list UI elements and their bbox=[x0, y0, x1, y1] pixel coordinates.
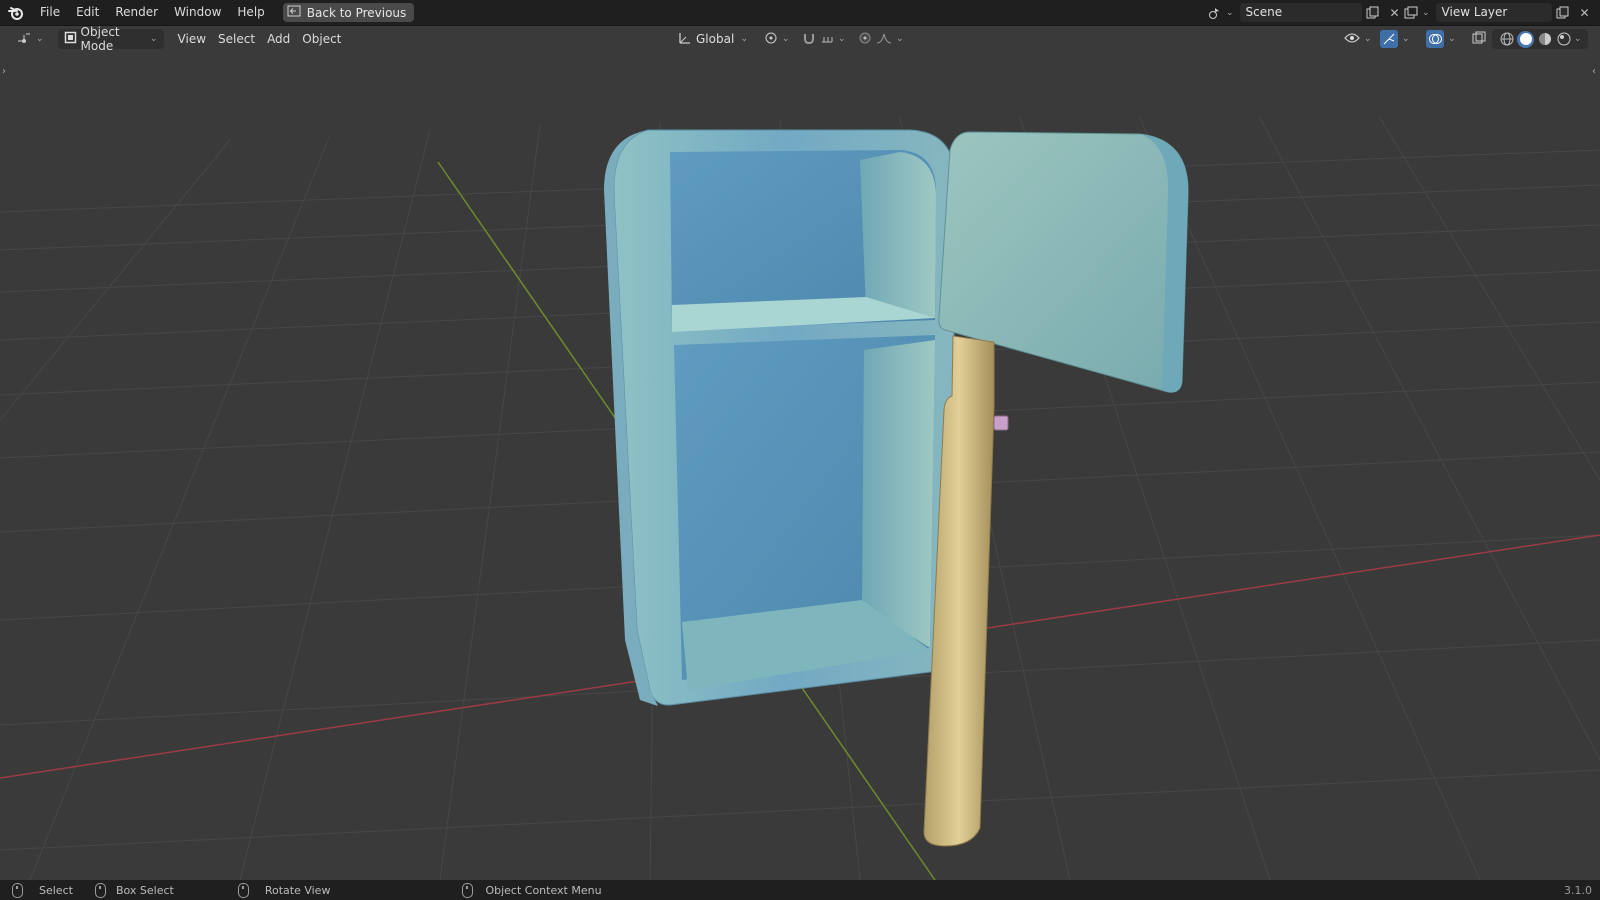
gizmo-icon bbox=[1380, 30, 1398, 48]
sidebar-toggle-arrow-icon[interactable]: ‹ bbox=[1592, 66, 1596, 77]
toolbar-toggle-arrow-icon[interactable]: › bbox=[2, 66, 6, 77]
editor-type-icon bbox=[16, 31, 32, 48]
snap-icon bbox=[802, 31, 816, 48]
add-menu[interactable]: Add bbox=[261, 29, 296, 49]
back-to-previous-label: Back to Previous bbox=[306, 5, 407, 20]
3d-viewport[interactable] bbox=[0, 52, 1600, 880]
top-bar: File Edit Render Window Help Back to Pre… bbox=[0, 0, 1600, 26]
view-layer-icon[interactable] bbox=[1400, 3, 1422, 22]
right-mouse-icon bbox=[462, 882, 474, 898]
viewport-header: ⌄ Object Mode ⌄ View Select Add Object G… bbox=[0, 25, 1600, 53]
drag-mouse-icon bbox=[94, 882, 106, 898]
object-mode-chevron-down-icon: ⌄ bbox=[150, 34, 158, 44]
menu-help[interactable]: Help bbox=[229, 0, 272, 25]
back-icon bbox=[287, 5, 301, 20]
back-to-previous-button[interactable]: Back to Previous bbox=[282, 3, 415, 22]
snap-target-icon bbox=[820, 31, 834, 48]
status-box-select-label: Box Select bbox=[115, 883, 174, 897]
menu-render[interactable]: Render bbox=[107, 0, 166, 25]
transform-chevron-down-icon: ⌄ bbox=[740, 34, 748, 44]
status-rotate-view-label: Rotate View bbox=[264, 883, 331, 897]
xray-icon bbox=[1472, 31, 1486, 48]
scene-selector: ⌄ Scene ✕ bbox=[1204, 3, 1406, 22]
blender-logo-icon[interactable] bbox=[0, 0, 32, 25]
status-rotate-view: Rotate View bbox=[237, 882, 331, 898]
overlay-icon bbox=[1426, 30, 1444, 48]
overlay-chevron-down-icon: ⌄ bbox=[1448, 34, 1456, 44]
fridge-body[interactable] bbox=[604, 129, 956, 706]
object-mode-dropdown[interactable]: Object Mode ⌄ bbox=[57, 25, 164, 53]
shading-rendered-icon[interactable] bbox=[1555, 31, 1572, 48]
shading-material-icon[interactable] bbox=[1536, 31, 1553, 48]
status-context-menu: Object Context Menu bbox=[462, 882, 602, 898]
editor-type-chevron-down-icon: ⌄ bbox=[36, 34, 44, 44]
delete-view-layer-icon[interactable]: ✕ bbox=[1574, 3, 1596, 22]
transform-orientation-label: Global bbox=[696, 32, 735, 46]
left-mouse-icon bbox=[12, 882, 23, 898]
door-handle[interactable] bbox=[993, 415, 1009, 431]
object-mode-icon bbox=[64, 31, 77, 47]
scene-chevron-down-icon[interactable]: ⌄ bbox=[1226, 8, 1234, 18]
shading-chevron-down-icon[interactable]: ⌄ bbox=[1574, 34, 1582, 44]
visibility-chevron-down-icon: ⌄ bbox=[1364, 34, 1372, 44]
menu-file[interactable]: File bbox=[32, 0, 68, 25]
pivot-icon bbox=[764, 31, 778, 48]
status-context-menu-label: Object Context Menu bbox=[485, 883, 602, 897]
overlay-toggle[interactable]: ⌄ bbox=[1420, 29, 1462, 49]
gizmo-chevron-down-icon: ⌄ bbox=[1402, 34, 1410, 44]
version-label: 3.1.0 bbox=[1564, 883, 1592, 897]
editor-type-button[interactable]: ⌄ bbox=[10, 29, 50, 49]
object-mode-label: Object Mode bbox=[80, 25, 120, 53]
status-bar: Select Box Select Rotate View Object Con… bbox=[0, 880, 1600, 900]
scene-icon[interactable] bbox=[1204, 3, 1226, 22]
new-scene-icon[interactable] bbox=[1362, 3, 1384, 22]
scene-name-field[interactable]: Scene bbox=[1239, 3, 1362, 22]
object-menu[interactable]: Object bbox=[296, 29, 347, 49]
status-select-label: Select bbox=[39, 883, 73, 897]
view-layer-name-field[interactable]: View Layer bbox=[1435, 3, 1552, 22]
visibility-icon bbox=[1344, 32, 1360, 47]
middle-mouse-icon bbox=[237, 882, 249, 898]
shading-modes: ⌄ bbox=[1492, 29, 1588, 49]
gizmo-toggle[interactable]: ⌄ bbox=[1374, 29, 1416, 49]
menu-edit[interactable]: Edit bbox=[68, 0, 107, 25]
new-view-layer-icon[interactable] bbox=[1552, 3, 1574, 22]
menu-window[interactable]: Window bbox=[166, 0, 229, 25]
view-menu[interactable]: View bbox=[172, 29, 212, 49]
visibility-dropdown[interactable]: ⌄ bbox=[1338, 29, 1378, 49]
select-menu[interactable]: Select bbox=[212, 29, 261, 49]
shading-wireframe-icon[interactable] bbox=[1498, 31, 1515, 48]
proportional-editing[interactable]: ⌄ bbox=[852, 29, 910, 49]
view-layer-selector: ⌄ View Layer ✕ bbox=[1400, 3, 1596, 22]
shading-solid-icon[interactable] bbox=[1517, 30, 1534, 48]
view-layer-chevron-down-icon[interactable]: ⌄ bbox=[1422, 8, 1430, 18]
status-select: Select bbox=[12, 882, 73, 898]
falloff-chevron-down-icon: ⌄ bbox=[896, 34, 904, 44]
snap-controls[interactable]: ⌄ bbox=[796, 29, 852, 49]
pivot-chevron-down-icon: ⌄ bbox=[782, 34, 790, 44]
status-box-select: Box Select bbox=[94, 882, 174, 898]
transform-icon bbox=[678, 31, 692, 48]
transform-orientation-dropdown[interactable]: Global ⌄ bbox=[672, 29, 754, 49]
xray-toggle[interactable] bbox=[1466, 29, 1492, 49]
falloff-icon bbox=[876, 31, 892, 48]
pivot-point-dropdown[interactable]: ⌄ bbox=[758, 29, 796, 49]
proportional-icon bbox=[858, 31, 872, 48]
snap-chevron-down-icon: ⌄ bbox=[838, 34, 846, 44]
